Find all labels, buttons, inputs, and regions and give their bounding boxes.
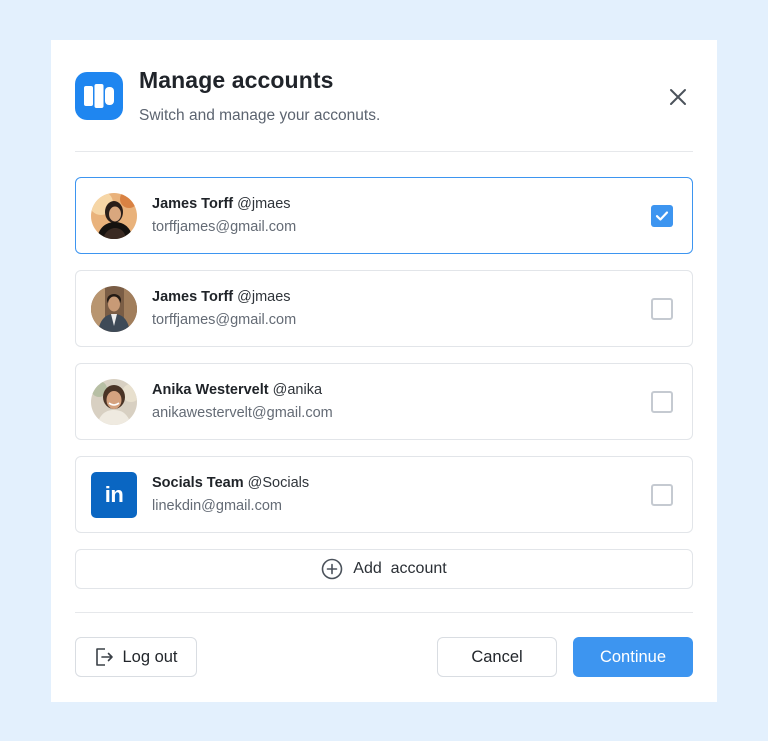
account-name-line: James Torff @jmaes (152, 196, 291, 212)
app-logo-icon (75, 72, 123, 120)
account-handle: @anika (272, 382, 323, 398)
dialog-title: Manage accounts (139, 67, 334, 93)
continue-label: Continue (599, 647, 667, 666)
cancel-button[interactable]: Cancel (437, 637, 557, 677)
account-handle: @jmaes (237, 196, 291, 212)
linkedin-logo-icon: in (91, 472, 137, 518)
logout-button[interactable]: Log out (75, 637, 197, 677)
account-email: linekdin@gmail.com (152, 498, 282, 514)
account-checkbox[interactable] (651, 484, 673, 506)
account-card-anika-westervelt[interactable]: Anika Westervelt @anika anikawestervelt@… (75, 363, 693, 440)
footer-divider (75, 612, 693, 613)
account-name-line: James Torff @jmaes (152, 289, 291, 305)
account-email: anikawestervelt@gmail.com (152, 405, 333, 421)
continue-button[interactable]: Continue (573, 637, 693, 677)
header-divider (75, 151, 693, 152)
account-name: James Torff (152, 196, 234, 212)
account-name-line: Socials Team @Socials (152, 475, 309, 491)
avatar (91, 286, 137, 332)
dialog-subtitle: Switch and manage your acconuts. (139, 107, 381, 124)
account-name: Anika Westervelt (152, 382, 269, 398)
account-name: James Torff (152, 289, 234, 305)
add-account-button[interactable]: Add account (75, 549, 693, 589)
account-checkbox[interactable] (651, 391, 673, 413)
close-button[interactable] (665, 84, 691, 110)
account-card-socials-team[interactable]: in Socials Team @Socials linekdin@gmail.… (75, 456, 693, 533)
account-card-james-torff-1[interactable]: James Torff @jmaes torffjames@gmail.com (75, 177, 693, 254)
account-handle: @Socials (247, 475, 310, 491)
avatar (91, 379, 137, 425)
account-card-james-torff-2[interactable]: James Torff @jmaes torffjames@gmail.com (75, 270, 693, 347)
account-name: Socials Team (152, 475, 244, 491)
manage-accounts-dialog: Manage accounts Switch and manage your a… (51, 40, 717, 702)
account-handle: @jmaes (237, 289, 291, 305)
account-checkbox[interactable] (651, 298, 673, 320)
dialog-header: Manage accounts Switch and manage your a… (51, 40, 717, 152)
account-name-line: Anika Westervelt @anika (152, 382, 322, 398)
account-email: torffjames@gmail.com (152, 312, 297, 328)
close-icon (670, 89, 686, 105)
checkmark-icon (655, 211, 669, 221)
cancel-label: Cancel (471, 647, 523, 666)
avatar (91, 193, 137, 239)
logout-label: Log out (122, 647, 178, 666)
add-account-label: Add account (353, 560, 447, 577)
logout-icon (96, 648, 114, 666)
account-email: torffjames@gmail.com (152, 219, 297, 235)
account-checkbox[interactable] (651, 205, 673, 227)
plus-circle-icon (321, 558, 343, 580)
